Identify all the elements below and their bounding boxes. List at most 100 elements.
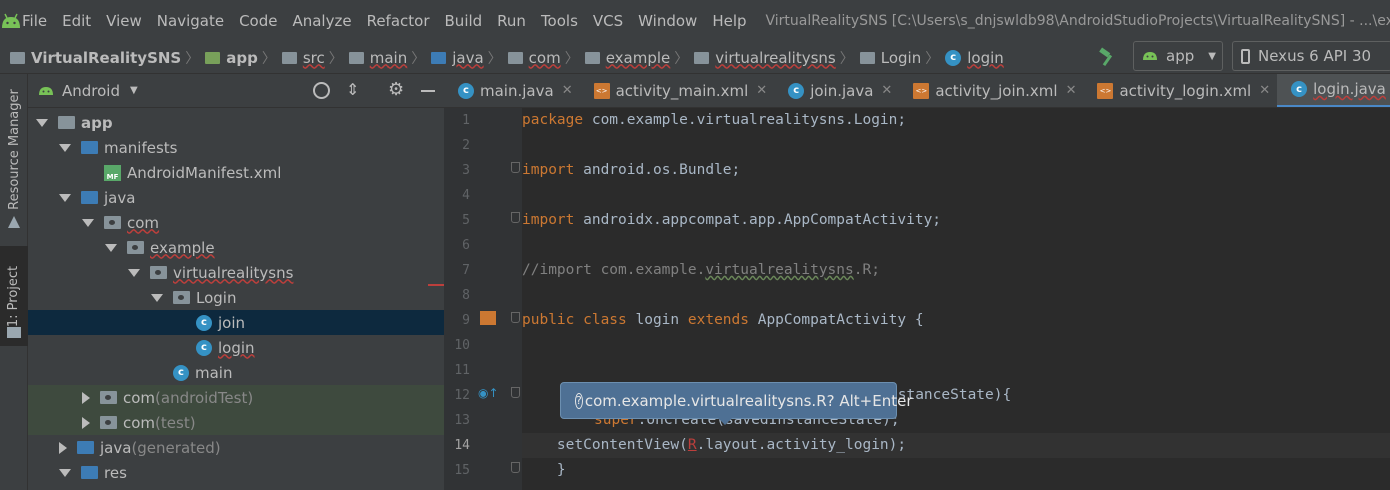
tree-item[interactable]: example (28, 235, 444, 260)
tree-item[interactable]: Login (28, 285, 444, 310)
keyword: import (522, 162, 575, 178)
code-line-9[interactable]: public class login extends AppCompatActi… (522, 308, 1390, 333)
breadcrumb-label: src (302, 48, 325, 67)
tree-item[interactable]: com (test) (28, 410, 444, 435)
menu-refactor[interactable]: Refactor (367, 12, 430, 30)
editor-tab[interactable]: c join.java ✕ (774, 74, 899, 107)
chevron-down-icon[interactable]: ▼ (130, 85, 138, 96)
tree-item-label: com (123, 413, 156, 432)
tree-item[interactable]: c login (28, 335, 444, 360)
menu-analyze[interactable]: Analyze (292, 12, 351, 30)
tree-item-label: Login (196, 288, 237, 307)
code-line-5[interactable]: import androidx.appcompat.app.AppCompatA… (522, 208, 1390, 233)
breadcrumb-com[interactable]: com (507, 49, 561, 67)
breadcrumb-login-package[interactable]: Login (859, 49, 921, 67)
tree-item[interactable]: java (generated) (28, 435, 444, 460)
expand-down-icon[interactable] (151, 293, 163, 302)
breadcrumb-src[interactable]: src (281, 48, 325, 67)
tree-item[interactable]: java (28, 185, 444, 210)
editor-tab[interactable]: c main.java ✕ (444, 74, 580, 107)
question-icon: ? (575, 392, 583, 409)
menu-vcs[interactable]: VCS (593, 12, 623, 30)
close-icon[interactable]: ✕ (756, 83, 767, 98)
breadcrumb-java[interactable]: java (431, 49, 484, 67)
tree-item[interactable]: com (androidTest) (28, 385, 444, 410)
menu-navigate[interactable]: Navigate (157, 12, 224, 30)
source-folder-icon (431, 51, 447, 64)
tree-item[interactable]: res (28, 460, 444, 485)
collapse-all-icon[interactable]: ⇕ (346, 80, 359, 99)
close-icon[interactable]: ✕ (562, 83, 573, 98)
expand-down-icon[interactable] (82, 218, 94, 227)
menu-view[interactable]: View (106, 12, 142, 30)
menu-tools[interactable]: Tools (541, 12, 578, 30)
code-area[interactable]: package com.example.virtualrealitysns.Lo… (444, 108, 1390, 490)
editor-tab[interactable]: <> activity_login.xml ✕ (1083, 74, 1277, 107)
expand-right-icon[interactable] (82, 391, 90, 404)
editor-tab[interactable]: <> activity_join.xml ✕ (899, 74, 1083, 107)
unresolved-symbol[interactable]: R (688, 437, 697, 453)
code-line-3[interactable]: import android.os.Bundle; (522, 158, 1390, 183)
close-icon[interactable]: ✕ (1066, 83, 1077, 98)
code-line-14[interactable]: setContentView(R.layout.activity_login); (522, 433, 1390, 458)
tree-item[interactable]: c main (28, 360, 444, 385)
expand-down-icon[interactable] (59, 193, 71, 202)
breadcrumb-example[interactable]: example (584, 49, 670, 67)
breadcrumb-virtualrealitysns[interactable]: virtualrealitysns (694, 49, 836, 67)
resource-manager-tab[interactable]: Resource Manager (0, 84, 28, 214)
package-icon (507, 51, 523, 64)
menu-run[interactable]: Run (497, 12, 526, 30)
menu-code[interactable]: Code (239, 12, 277, 30)
expand-down-icon[interactable] (59, 468, 71, 477)
breadcrumb-login-class[interactable]: c login (945, 49, 1004, 67)
auto-import-tooltip[interactable]: ? com.example.virtualrealitysns.R? Alt+E… (560, 382, 913, 419)
locate-crosshair-icon[interactable] (313, 82, 330, 99)
tab-label: activity_main.xml (615, 81, 749, 100)
breadcrumb-label: app (226, 48, 258, 67)
tree-item[interactable]: MF AndroidManifest.xml (28, 160, 444, 185)
build-hammer-icon[interactable] (1097, 46, 1119, 68)
error-stripe-mark (428, 284, 444, 286)
run-config-dropdown[interactable]: app ▼ (1133, 41, 1223, 71)
expand-down-icon[interactable] (105, 243, 117, 252)
package-icon (584, 51, 600, 64)
breadcrumb-main[interactable]: main (348, 49, 407, 67)
package-icon (859, 51, 875, 64)
tree-item[interactable]: c join (28, 310, 444, 335)
code-line-15[interactable]: } (522, 458, 1390, 483)
close-icon[interactable]: ✕ (1259, 83, 1270, 98)
menu-help[interactable]: Help (712, 12, 746, 30)
package-icon (100, 416, 117, 429)
tree-item[interactable]: manifests (28, 135, 444, 160)
device-dropdown[interactable]: Nexus 6 API 30 (1232, 41, 1390, 71)
tooltip-pointer (718, 418, 732, 425)
menu-file[interactable]: File (22, 12, 47, 30)
tree-item[interactable]: virtualrealitysns (28, 260, 444, 285)
menu-window[interactable]: Window (638, 12, 697, 30)
breadcrumb-label: login (967, 48, 1004, 67)
code-text: .layout.activity_login); (696, 437, 907, 453)
editor-tab[interactable]: clogin.java✕ (1277, 74, 1390, 107)
expand-down-icon[interactable] (128, 268, 140, 277)
tree-item[interactable]: app (28, 110, 444, 135)
minimize-icon[interactable] (421, 90, 435, 92)
breadcrumb-app[interactable]: app (205, 49, 258, 67)
tree-item[interactable]: com (28, 210, 444, 235)
code-text: setContentView( (522, 437, 688, 453)
code-line-7[interactable]: //import com.example.virtualrealitysns.R… (522, 258, 1390, 283)
expand-right-icon[interactable] (82, 416, 90, 429)
menu-build[interactable]: Build (445, 12, 483, 30)
project-view-mode-label[interactable]: Android (62, 82, 120, 100)
menu-edit[interactable]: Edit (62, 12, 91, 30)
gear-icon[interactable]: ⚙ (388, 79, 404, 100)
expand-down-icon[interactable] (59, 143, 71, 152)
breadcrumb-project[interactable]: VirtualRealitySNS (10, 49, 181, 67)
expand-down-icon[interactable] (36, 118, 48, 127)
class-icon: c (945, 49, 962, 66)
close-icon[interactable]: ✕ (881, 83, 892, 98)
code-line-1[interactable]: package com.example.virtualrealitysns.Lo… (522, 108, 1390, 133)
expand-right-icon[interactable] (59, 441, 67, 454)
class-icon: c (1291, 81, 1308, 97)
editor-tab[interactable]: <> activity_main.xml ✕ (580, 74, 775, 107)
tree-item-label: main (195, 363, 233, 382)
